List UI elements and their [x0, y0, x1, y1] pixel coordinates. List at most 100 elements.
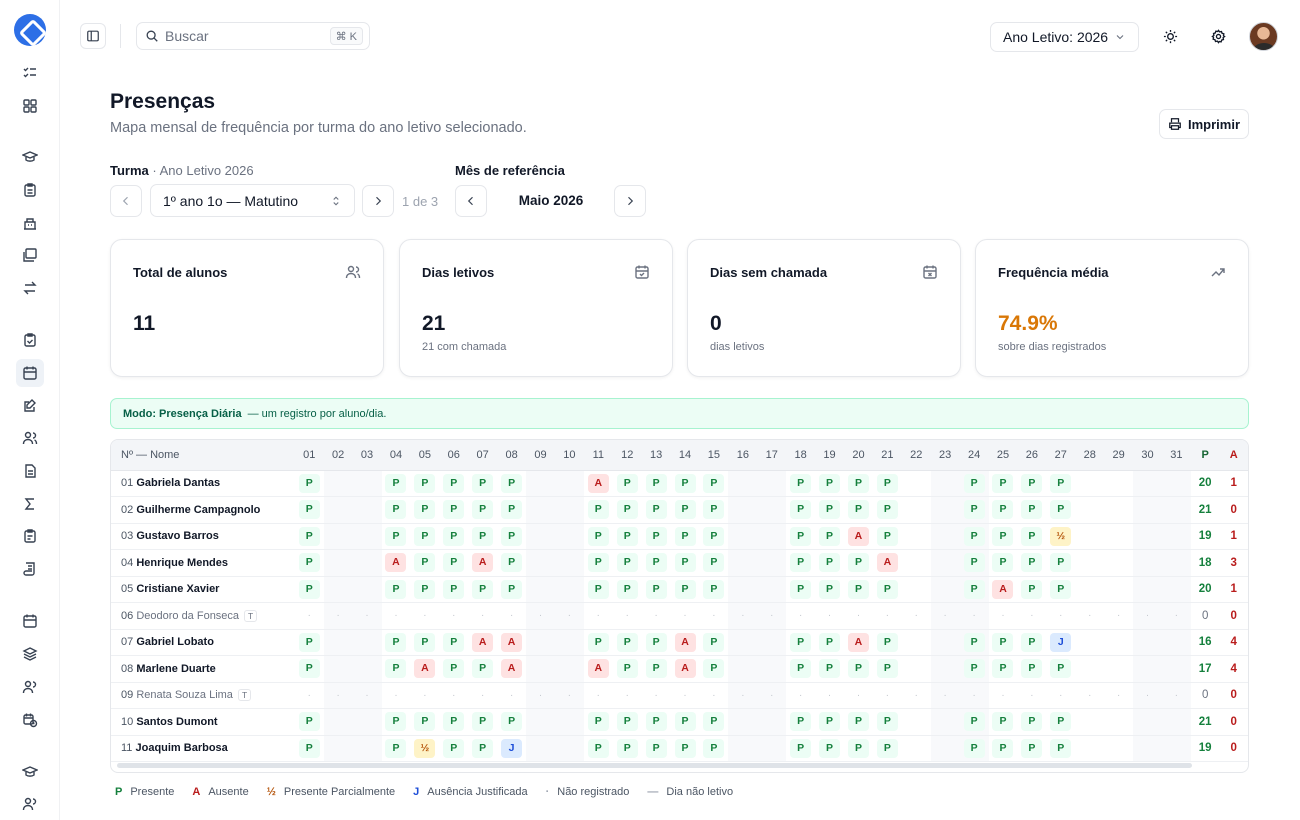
attendance-cell[interactable]: P: [294, 470, 324, 497]
table-row[interactable]: 09 Renata Souza Lima T · · · · · · · · · · · · · · · · · · ·…: [111, 682, 1248, 709]
attendance-cell[interactable]: A: [497, 655, 527, 683]
attendance-cell[interactable]: P: [381, 576, 411, 603]
attendance-cell[interactable]: P: [959, 549, 989, 577]
attendance-cell[interactable]: P: [1046, 655, 1076, 683]
attendance-cell[interactable]: ·: [786, 602, 816, 630]
attendance-cell[interactable]: P: [612, 576, 642, 603]
attendance-cell[interactable]: P: [670, 523, 700, 550]
attendance-cell[interactable]: P: [641, 470, 671, 497]
attendance-cell[interactable]: ·: [1161, 682, 1191, 709]
attendance-cell[interactable]: P: [468, 523, 498, 550]
attendance-cell[interactable]: P: [959, 496, 989, 524]
print-button[interactable]: Imprimir: [1159, 109, 1249, 139]
attendance-cell[interactable]: ·: [410, 682, 440, 709]
attendance-cell[interactable]: P: [872, 629, 902, 656]
attendance-cell[interactable]: J: [1046, 629, 1076, 656]
attendance-cell[interactable]: P: [641, 576, 671, 603]
attendance-cell[interactable]: P: [381, 629, 411, 656]
attendance-cell[interactable]: ·: [786, 682, 816, 709]
attendance-cell[interactable]: P: [786, 629, 816, 656]
attendance-cell[interactable]: ·: [381, 602, 411, 630]
attendance-cell[interactable]: P: [497, 470, 527, 497]
attendance-cell[interactable]: P: [1046, 470, 1076, 497]
attendance-cell[interactable]: P: [670, 549, 700, 577]
table-row[interactable]: 01 Gabriela Dantas P P P P P P A P P P P P P P P P P P P 20 1: [111, 470, 1248, 497]
horizontal-scrollbar[interactable]: [117, 763, 1192, 768]
attendance-cell[interactable]: P: [988, 629, 1018, 656]
table-row[interactable]: 03 Gustavo Barros P P P P P P P P P P P P P A P P P P ½ 19 1: [111, 523, 1248, 550]
table-row[interactable]: 05 Cristiane Xavier P P P P P P P P P P P P P P P P A P P 20…: [111, 576, 1248, 603]
attendance-cell[interactable]: P: [815, 735, 844, 762]
graduation-cap-icon-2[interactable]: [16, 758, 44, 786]
attendance-cell[interactable]: A: [468, 629, 498, 656]
attendance-cell[interactable]: P: [815, 470, 844, 497]
attendance-cell[interactable]: P: [786, 523, 816, 550]
attendance-cell[interactable]: P: [699, 523, 729, 550]
layers-icon[interactable]: [16, 640, 44, 668]
attendance-cell[interactable]: P: [844, 655, 873, 683]
attendance-cell[interactable]: ·: [1133, 602, 1162, 630]
attendance-cell[interactable]: P: [959, 576, 989, 603]
attendance-cell[interactable]: ·: [930, 682, 960, 709]
attendance-cell[interactable]: P: [381, 523, 411, 550]
attendance-cell[interactable]: P: [294, 629, 324, 656]
arrows-swap-icon[interactable]: [16, 274, 44, 302]
student-name-cell[interactable]: 01 Gabriela Dantas: [111, 470, 295, 497]
table-row[interactable]: 06 Deodoro da Fonseca T · · · · · · · · · · · · · · · · · ·…: [111, 602, 1248, 630]
attendance-cell[interactable]: P: [959, 735, 989, 762]
attendance-cell[interactable]: P: [844, 549, 873, 577]
users-icon-2[interactable]: [16, 790, 44, 818]
attendance-cell[interactable]: P: [294, 576, 324, 603]
attendance-cell[interactable]: P: [439, 496, 469, 524]
student-name-cell[interactable]: 08 Marlene Duarte: [111, 655, 295, 683]
attendance-cell[interactable]: P: [439, 523, 469, 550]
attendance-cell[interactable]: P: [641, 549, 671, 577]
attendance-cell[interactable]: ·: [757, 602, 787, 630]
attendance-cell[interactable]: A: [583, 470, 613, 497]
attendance-cell[interactable]: ·: [294, 602, 324, 630]
attendance-cell[interactable]: ·: [410, 602, 440, 630]
attendance-cell[interactable]: P: [583, 549, 613, 577]
attendance-cell[interactable]: P: [786, 549, 816, 577]
attendance-cell[interactable]: P: [1017, 708, 1047, 736]
attendance-cell[interactable]: P: [641, 708, 671, 736]
attendance-cell[interactable]: P: [786, 655, 816, 683]
attendance-cell[interactable]: P: [410, 576, 440, 603]
edit-icon[interactable]: [16, 392, 44, 420]
student-name-cell[interactable]: 11 Joaquim Barbosa: [111, 735, 295, 762]
attendance-cell[interactable]: P: [294, 496, 324, 524]
attendance-cell[interactable]: P: [497, 708, 527, 736]
attendance-cell[interactable]: P: [670, 735, 700, 762]
attendance-cell[interactable]: ·: [641, 602, 671, 630]
attendance-cell[interactable]: P: [699, 629, 729, 656]
attendance-cell[interactable]: P: [583, 708, 613, 736]
attendance-cell[interactable]: P: [294, 735, 324, 762]
attendance-cell[interactable]: P: [497, 496, 527, 524]
attendance-cell[interactable]: ·: [844, 682, 873, 709]
attendance-cell[interactable]: ½: [410, 735, 440, 762]
prev-month-button[interactable]: [455, 185, 487, 217]
attendance-cell[interactable]: P: [294, 523, 324, 550]
sigma-icon[interactable]: [16, 490, 44, 518]
attendance-cell[interactable]: P: [1046, 549, 1076, 577]
attendance-cell[interactable]: P: [1017, 470, 1047, 497]
toggle-sidebar-button[interactable]: [80, 23, 106, 49]
images-icon[interactable]: [16, 241, 44, 269]
attendance-cell[interactable]: P: [1046, 576, 1076, 603]
attendance-cell[interactable]: P: [815, 523, 844, 550]
table-row[interactable]: 02 Guilherme Campagnolo P P P P P P P P P P P P P P P P P…: [111, 496, 1248, 524]
attendance-cell[interactable]: P: [641, 735, 671, 762]
attendance-cell[interactable]: P: [641, 523, 671, 550]
attendance-cell[interactable]: ·: [988, 682, 1018, 709]
attendance-cell[interactable]: ·: [872, 682, 902, 709]
attendance-cell[interactable]: ·: [323, 682, 353, 709]
users-group-icon[interactable]: [16, 673, 44, 701]
attendance-cell[interactable]: ·: [670, 602, 700, 630]
school-icon[interactable]: [16, 209, 44, 237]
attendance-cell[interactable]: ·: [728, 602, 758, 630]
attendance-cell[interactable]: P: [439, 576, 469, 603]
attendance-cell[interactable]: A: [670, 629, 700, 656]
search-box[interactable]: ⌘ K: [136, 22, 370, 50]
attendance-cell[interactable]: ·: [497, 602, 527, 630]
attendance-cell[interactable]: ·: [1075, 602, 1105, 630]
